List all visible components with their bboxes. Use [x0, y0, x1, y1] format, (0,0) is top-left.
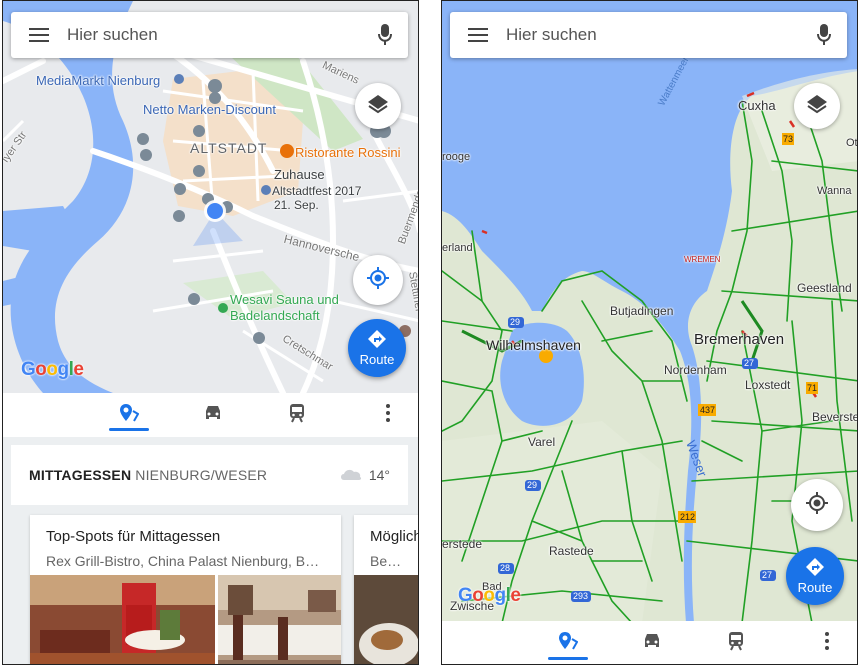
- google-logo: Google: [21, 359, 84, 380]
- layers-icon: [806, 93, 828, 120]
- bottom-tab-bar: [3, 393, 418, 437]
- temperature: 14°: [368, 467, 390, 483]
- explore-pin-icon: [558, 631, 579, 656]
- poi-label-rossini[interactable]: Ristorante Rossini: [295, 145, 401, 160]
- tab-transit[interactable]: [255, 393, 339, 437]
- more-vert-icon: [825, 632, 829, 655]
- car-icon: [642, 632, 662, 655]
- road-shield-73: 73: [783, 134, 794, 144]
- search-bar[interactable]: [11, 12, 408, 58]
- train-icon: [727, 631, 745, 656]
- search-input[interactable]: [67, 25, 362, 45]
- more-options-button[interactable]: [366, 393, 410, 437]
- card-subtitle: Bennies: [370, 553, 419, 569]
- search-bar[interactable]: [450, 12, 847, 58]
- town-label-loxstedt[interactable]: Loxstedt: [745, 378, 790, 392]
- poi-label-wesavi[interactable]: Wesavi Sauna und: [230, 292, 339, 307]
- card-subtitle: Rex Grill-Bistro, China Palast Nienburg,…: [46, 553, 329, 569]
- route-label: Route: [797, 580, 833, 595]
- tab-explore[interactable]: [87, 393, 171, 437]
- crosshair-icon: [805, 491, 829, 520]
- card-title: Top-Spots für Mittagessen: [46, 528, 221, 545]
- mic-icon[interactable]: [801, 12, 847, 58]
- town-label-rastede[interactable]: Rastede: [549, 544, 594, 558]
- card-photos: [354, 575, 418, 664]
- tab-explore[interactable]: [526, 622, 610, 665]
- menu-icon[interactable]: [450, 12, 506, 58]
- tab-driving[interactable]: [171, 393, 255, 437]
- mittagessen-header[interactable]: MITTAGESSEN NIENBURG/WESER 14°: [11, 445, 408, 505]
- poi-label-mediamarkt[interactable]: MediaMarkt Nienburg: [36, 73, 160, 88]
- road-shield-27-b: 27: [762, 570, 773, 580]
- town-label-beverstedt[interactable]: Beverste: [812, 410, 857, 424]
- town-label-butjadingen[interactable]: Butjadingen: [610, 304, 673, 318]
- mic-icon[interactable]: [362, 12, 408, 58]
- left-phone-screen: MediaMarkt Nienburg Netto Marken-Discoun…: [2, 0, 419, 665]
- crosshair-icon: [366, 266, 390, 295]
- section-location: NIENBURG/WESER: [135, 467, 268, 483]
- my-location-button[interactable]: [353, 255, 403, 305]
- layers-icon: [367, 93, 389, 120]
- label-zuhause[interactable]: Zuhause: [274, 167, 325, 182]
- town-label-terstede: erstede: [442, 537, 483, 551]
- city-label-cuxhaven[interactable]: Cuxha: [738, 98, 776, 113]
- road-shield-437: 437: [700, 405, 716, 415]
- weather: 14°: [339, 467, 390, 484]
- town-label-rooge: rooge: [442, 151, 471, 163]
- town-label-varel[interactable]: Varel: [528, 435, 555, 449]
- road-shield-212: 212: [680, 512, 696, 522]
- poi-label-netto[interactable]: Netto Marken-Discount: [143, 102, 276, 117]
- event-label-date: 21. Sep.: [274, 198, 319, 212]
- layers-button[interactable]: [355, 83, 401, 129]
- menu-icon[interactable]: [11, 12, 67, 58]
- route-button[interactable]: Route: [786, 547, 844, 605]
- road-shield-293: 293: [573, 591, 589, 601]
- city-label-bremerhaven[interactable]: Bremerhaven: [694, 331, 784, 348]
- restaurant-photo-2[interactable]: [218, 575, 341, 664]
- google-logo: Google: [458, 585, 521, 606]
- region-map[interactable]: Cuxha Wilhelmshaven Bremerhaven Butjadin…: [442, 1, 857, 623]
- restaurant-photo-1[interactable]: [30, 575, 215, 664]
- directions-icon: [805, 557, 825, 580]
- tab-transit[interactable]: [694, 622, 778, 665]
- town-label-geestland[interactable]: Geestland: [797, 281, 852, 295]
- road-shield-28: 28: [500, 563, 511, 573]
- district-label-altstadt: ALTSTADT: [190, 140, 268, 156]
- town-label-wanna[interactable]: Wanna: [817, 185, 851, 197]
- more-vert-icon: [386, 403, 390, 427]
- city-label-wilhelmshaven[interactable]: Wilhelmshaven: [486, 337, 581, 353]
- town-label-nordenham[interactable]: Nordenham: [664, 363, 727, 377]
- train-icon: [288, 403, 306, 428]
- road-shield-29: 29: [510, 317, 521, 327]
- town-label-ot: Ot: [846, 137, 858, 149]
- car-icon: [203, 404, 223, 427]
- road-shield-29-b: 29: [527, 480, 538, 490]
- more-options-button[interactable]: [805, 622, 849, 665]
- bottom-tab-bar: [442, 621, 857, 665]
- my-location-button[interactable]: [791, 479, 843, 531]
- section-title: MITTAGESSEN: [29, 467, 132, 483]
- search-input[interactable]: [506, 25, 801, 45]
- place-label-wremen: WREMEN: [684, 255, 721, 264]
- card-top-spots[interactable]: Top-Spots für Mittagessen Rex Grill-Bist…: [30, 515, 341, 664]
- road-shield-27: 27: [744, 358, 755, 368]
- directions-icon: [367, 329, 387, 352]
- card-title: Möglich: [370, 528, 419, 545]
- right-phone-screen: Cuxha Wilhelmshaven Bremerhaven Butjadin…: [441, 0, 858, 665]
- route-label: Route: [359, 352, 395, 367]
- road-shield-71: 71: [807, 383, 818, 393]
- restaurant-photo-3[interactable]: [354, 575, 418, 664]
- town-label-jerland: erland: [442, 242, 473, 254]
- cloud-icon: [339, 467, 363, 484]
- explore-sheet: MITTAGESSEN NIENBURG/WESER 14° Top-Spots…: [3, 437, 418, 664]
- card-photos: [30, 575, 341, 664]
- event-label-altstadtfest[interactable]: Altstadtfest 2017: [272, 184, 361, 198]
- route-button[interactable]: Route: [348, 319, 406, 377]
- poi-label-wesavi-2[interactable]: Badelandschaft: [230, 308, 320, 323]
- explore-pin-icon: [119, 403, 140, 428]
- card-moeglich[interactable]: Möglich Bennies: [354, 515, 419, 664]
- tab-driving[interactable]: [610, 622, 694, 665]
- layers-button[interactable]: [794, 83, 840, 129]
